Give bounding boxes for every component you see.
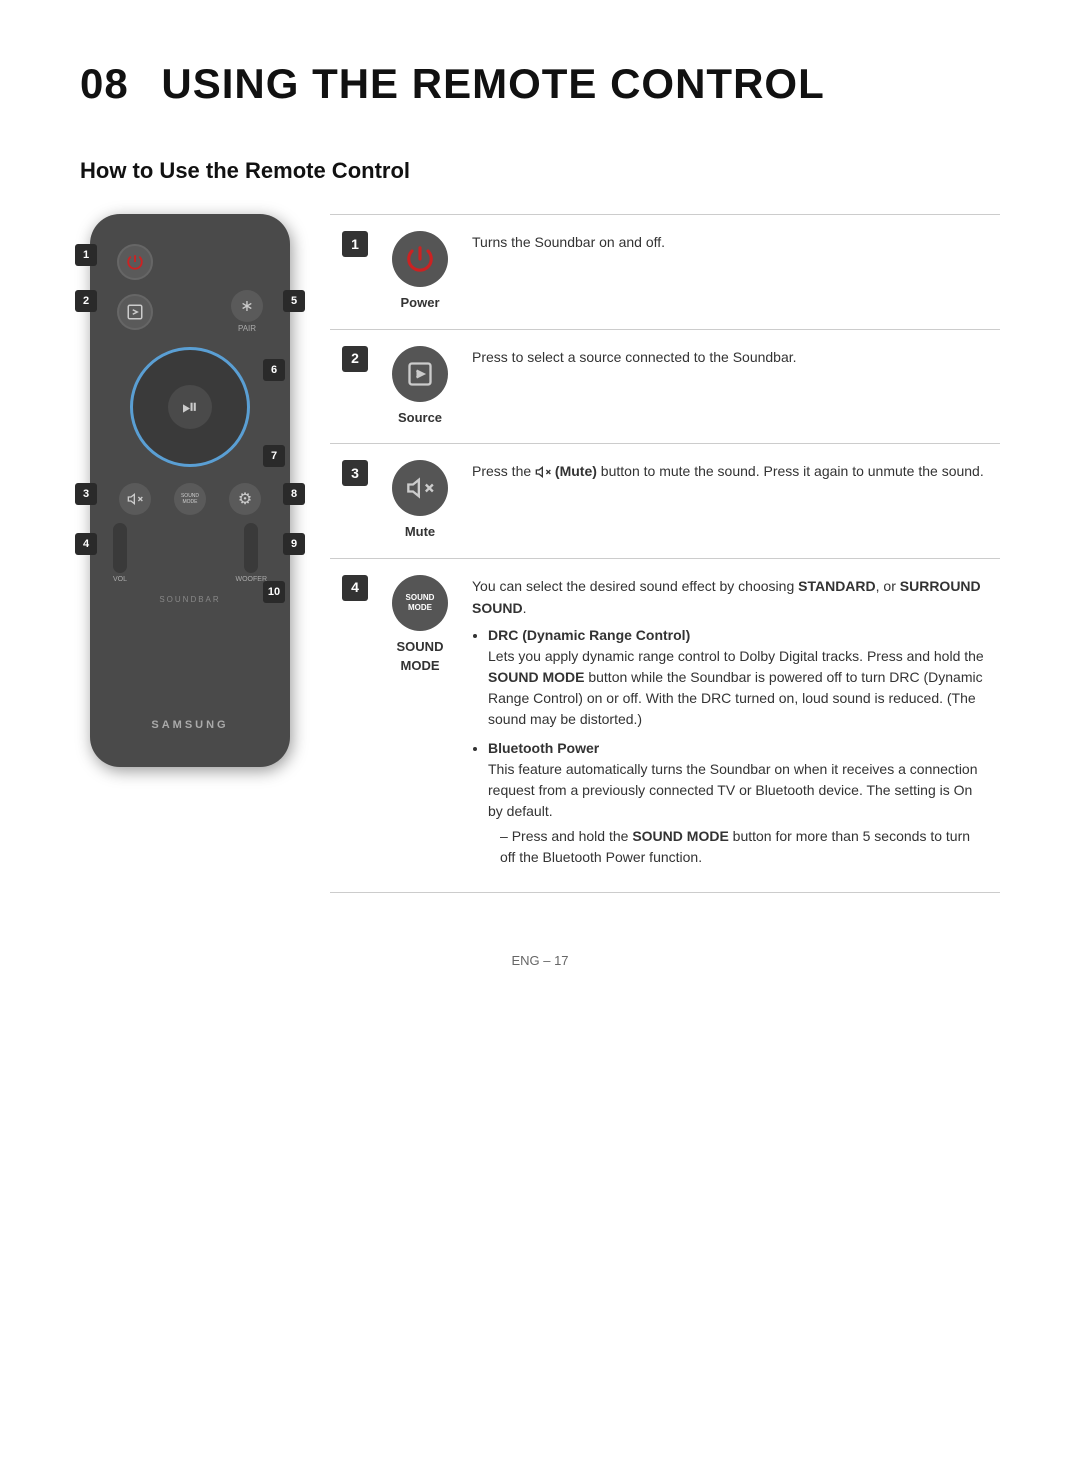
remote-badge-5: 5 <box>283 290 305 312</box>
remote-source-btn[interactable] <box>117 294 153 330</box>
row-icon-soundmode: SOUND MODE SOUND MODE <box>380 558 460 893</box>
remote-badge-4: 4 <box>75 533 97 555</box>
row-desc-source: Press to select a source connected to th… <box>460 329 1000 444</box>
remote-bluetooth-btn[interactable]: ∗ PAIR <box>231 290 263 333</box>
remote-mute-btn[interactable] <box>119 483 151 515</box>
row-desc-mute: Press the (Mute) button to mute the soun… <box>460 444 1000 559</box>
remote-play-btn[interactable]: ⏯ <box>168 385 212 429</box>
remote-sliders-section: 4 9 VOL WOOFER <box>105 519 275 587</box>
remote-badge-6: 6 <box>263 359 285 381</box>
row-desc-power: Turns the Soundbar on and off. <box>460 215 1000 330</box>
soundbar-label: SOUNDBAR <box>159 595 220 604</box>
bullet-bluetooth: Bluetooth Power This feature automatical… <box>488 738 988 868</box>
row-num-1: 1 <box>330 215 380 330</box>
page-footer: ENG – 17 <box>80 953 1000 968</box>
source-label: Source <box>392 408 448 428</box>
remote-dpad[interactable]: ⏯ <box>130 347 250 467</box>
row-num-3: 3 <box>330 444 380 559</box>
soundmode-bullets: DRC (Dynamic Range Control) Lets you app… <box>472 625 988 868</box>
woofer-slider-track[interactable] <box>244 523 258 573</box>
bluetooth-sub-list: Press and hold the SOUND MODE button for… <box>488 826 988 868</box>
remote-vol-sliders: VOL WOOFER <box>113 523 267 583</box>
vol-slider-track[interactable] <box>113 523 127 573</box>
sub-item-soundmode: Press and hold the SOUND MODE button for… <box>500 826 988 868</box>
table-row-source: 2 Source Press to select a source connec… <box>330 329 1000 444</box>
footer-text: ENG – 17 <box>511 953 568 968</box>
table-row-power: 1 Power Turns the Soundbar on and off. <box>330 215 1000 330</box>
power-icon-circle <box>392 231 448 287</box>
remote-badge-7: 7 <box>263 445 285 467</box>
soundmode-label: SOUND MODE <box>392 637 448 676</box>
vol-label: VOL <box>113 576 127 583</box>
section-subtitle: How to Use the Remote Control <box>80 158 1000 184</box>
remote-badge-1: 1 <box>75 244 97 266</box>
power-label: Power <box>392 293 448 313</box>
remote-soundmode-btn[interactable]: SOUND MODE <box>174 483 206 515</box>
row-icon-source: Source <box>380 329 460 444</box>
remote-badge-2: 2 <box>75 290 97 312</box>
remote-badge-9: 9 <box>283 533 305 555</box>
vol-slider-group: VOL <box>113 523 127 583</box>
woofer-slider-group: WOOFER <box>236 523 268 583</box>
remote-power-btn[interactable] <box>117 244 153 280</box>
row-num-4: 4 <box>330 558 380 893</box>
reference-table: 1 Power Turns the Soundbar on and off. <box>330 214 1000 893</box>
reference-table-section: 1 Power Turns the Soundbar on and off. <box>330 214 1000 893</box>
remote-badge-8: 8 <box>283 483 305 505</box>
table-row-soundmode: 4 SOUND MODE SOUND MODE You can select t… <box>330 558 1000 893</box>
mute-label: Mute <box>392 522 448 542</box>
main-content: 1 2 5 <box>80 214 1000 893</box>
remote-gear-btn[interactable]: ⚙ <box>229 483 261 515</box>
row-desc-soundmode: You can select the desired sound effect … <box>460 558 1000 893</box>
source-icon-circle <box>392 346 448 402</box>
row-num-2: 2 <box>330 329 380 444</box>
row-icon-power: Power <box>380 215 460 330</box>
remote-badge-10: 10 <box>263 581 285 603</box>
row-icon-mute: Mute <box>380 444 460 559</box>
remote-brand: SAMSUNG <box>105 709 275 737</box>
table-row-mute: 3 Mute Press the <box>330 444 1000 559</box>
soundmode-icon-circle: SOUND MODE <box>392 575 448 631</box>
page-title: 08 USING THE REMOTE CONTROL <box>80 60 1000 108</box>
remote-illustration: 1 2 5 <box>80 214 300 767</box>
remote-body: 1 2 5 <box>90 214 290 767</box>
bullet-drc: DRC (Dynamic Range Control) Lets you app… <box>488 625 988 730</box>
remote-dpad-section: 6 7 ⏯ <box>105 339 275 475</box>
remote-badge-3: 3 <box>75 483 97 505</box>
mute-icon-circle <box>392 460 448 516</box>
